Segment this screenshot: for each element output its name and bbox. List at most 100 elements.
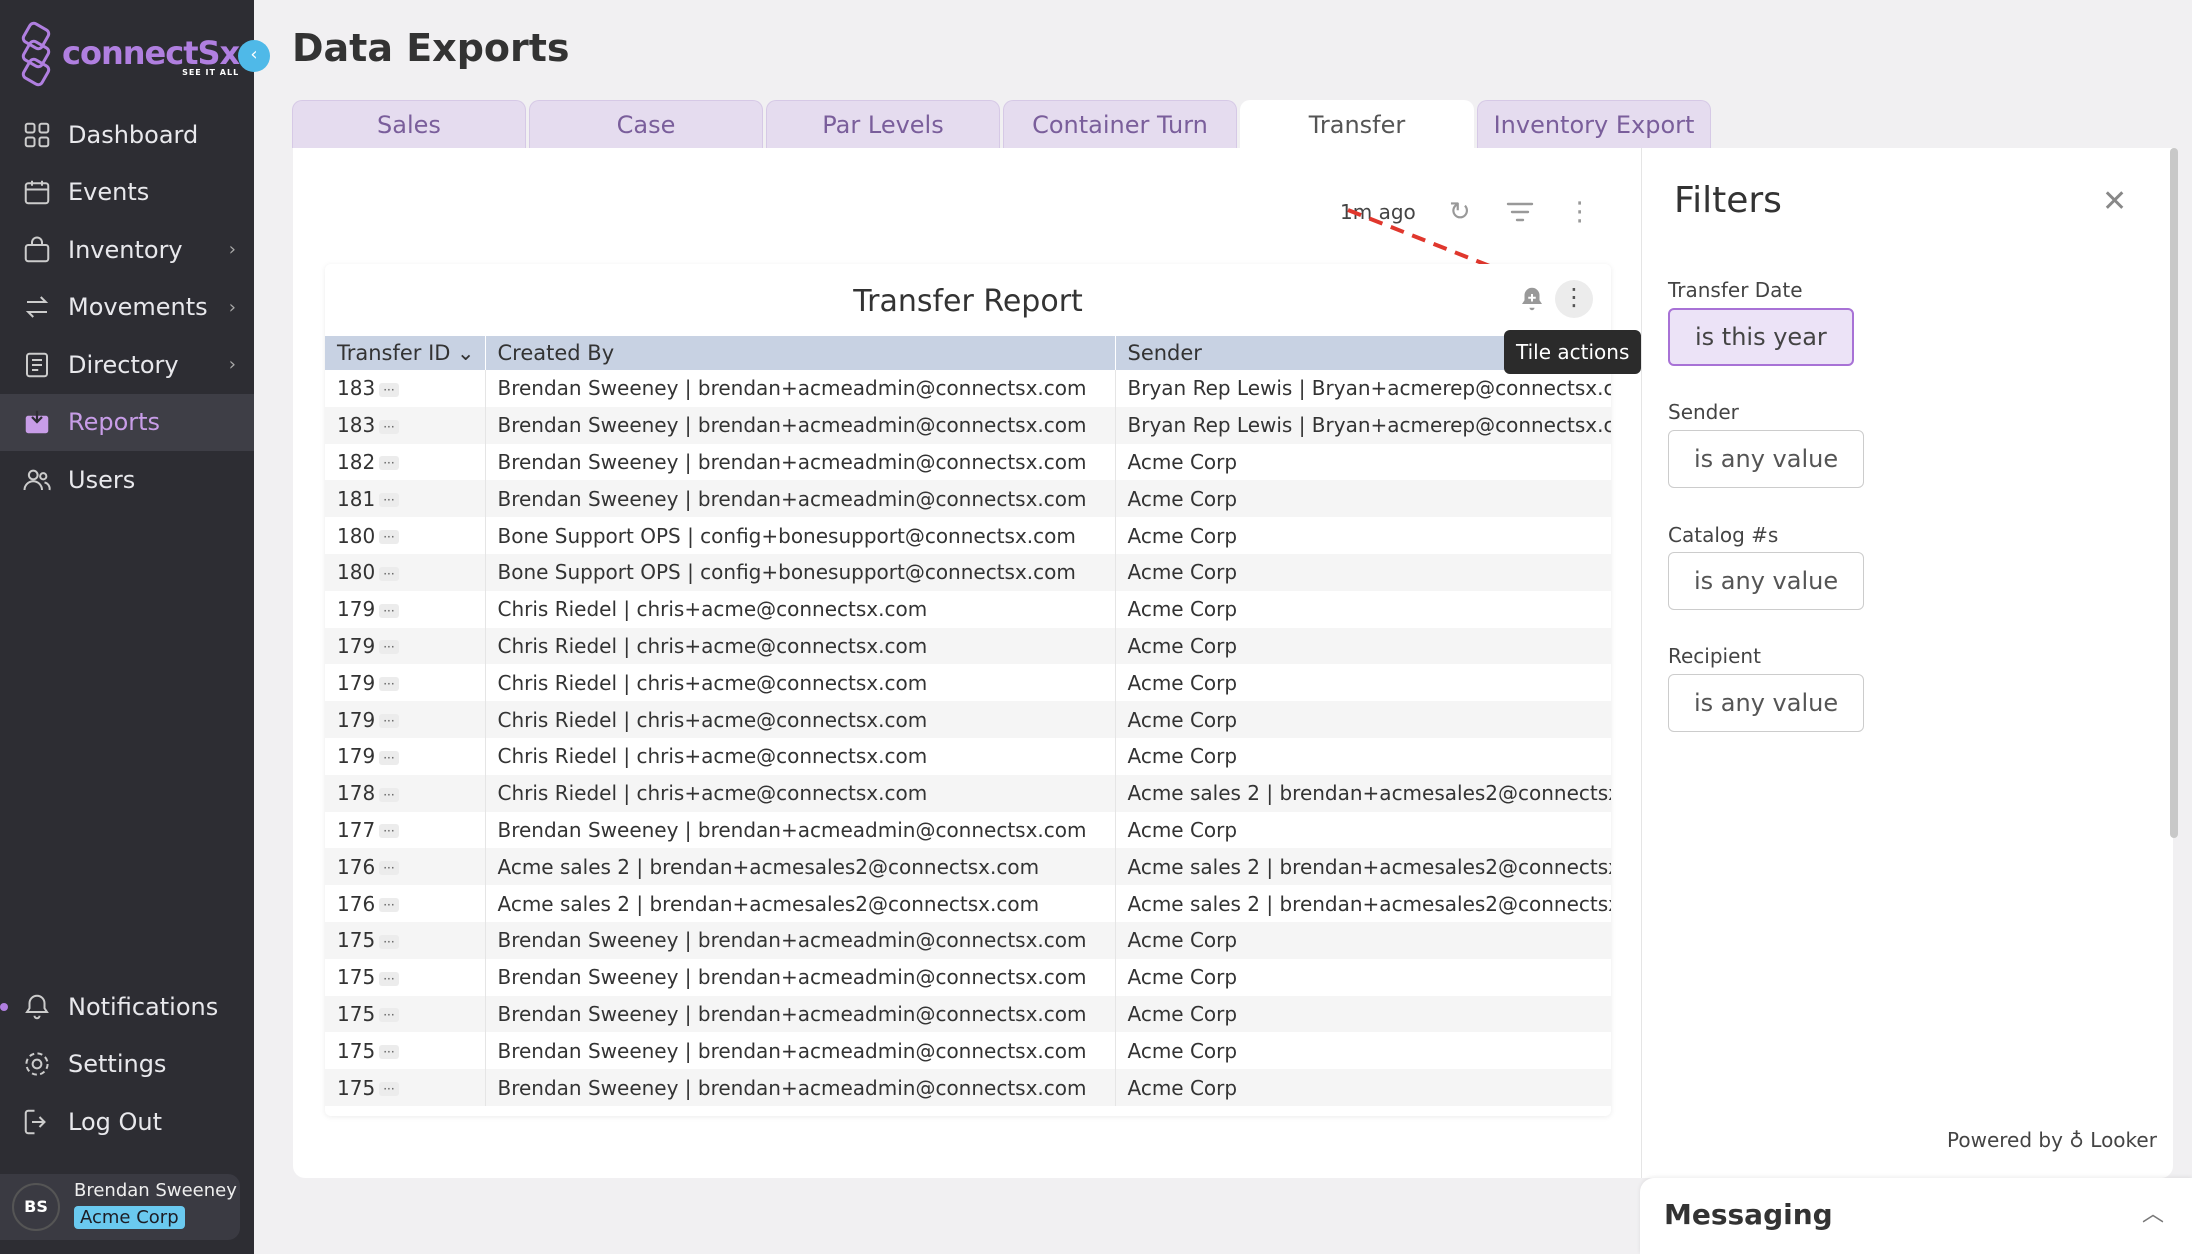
row-menu-icon[interactable]: ··· [379, 677, 399, 692]
table-row[interactable]: 175 ··· Brendan Sweeney | brendan+acmeadmi… [325, 958, 1611, 996]
filter-label-recipient: Recipient [1668, 644, 1761, 668]
cell-created-by: Brendan Sweeney | brendan+acmeadmin@conn… [485, 406, 1116, 444]
tab-sales[interactable]: Sales [292, 100, 526, 148]
filters-title: Filters [1674, 180, 1782, 221]
sidebar-item-movements[interactable]: Movements › [0, 279, 254, 337]
table-row[interactable]: 179 ··· Chris Riedel | chris+acme@connects… [325, 664, 1611, 702]
cell-transfer-id: 176 ··· [325, 848, 486, 886]
tab-inventory-export[interactable]: Inventory Export [1477, 100, 1711, 148]
table-row[interactable]: 176 ··· Acme sales 2 | brendan+acmesales2@… [325, 885, 1611, 922]
table-row[interactable]: 180 ··· Bone Support OPS | config+bonesupp… [325, 553, 1611, 591]
avatar: BS [12, 1183, 60, 1231]
cell-transfer-id: 175 ··· [325, 995, 486, 1033]
row-menu-icon[interactable]: ··· [379, 934, 399, 949]
sidebar-item-inventory[interactable]: Inventory › [0, 221, 254, 279]
sidebar-item-settings[interactable]: Settings [0, 1036, 254, 1094]
cell-transfer-id: 175 ··· [325, 921, 486, 959]
logo[interactable]: connectSx SEE IT ALL [19, 19, 240, 90]
row-menu-icon[interactable]: ··· [379, 1045, 399, 1060]
scrollbar[interactable] [2170, 148, 2178, 838]
messaging-widget[interactable]: Messaging ︿ [1640, 1178, 2192, 1254]
tab-bar: Sales Case Par Levels Container Turn Transfe… [292, 100, 1714, 148]
transfer-report-tile: Transfer Report ⋮ Transfer ID ⌄ Created … [325, 264, 1611, 1116]
table-row[interactable]: 179 ··· Chris Riedel | chris+acme@connects… [325, 701, 1611, 738]
logo-text: connectSx SEE IT ALL [62, 33, 240, 77]
row-menu-icon[interactable]: ··· [379, 566, 399, 581]
table-row[interactable]: 179 ··· Chris Riedel | chris+acme@connects… [325, 737, 1611, 775]
column-header-created-by[interactable]: Created By [485, 336, 1116, 370]
table-row[interactable]: 178 ··· Chris Riedel | chris+acme@connects… [325, 774, 1611, 812]
sidebar-item-log-out[interactable]: Log Out [0, 1093, 254, 1151]
row-menu-icon[interactable]: ··· [379, 493, 399, 508]
sidebar-item-directory[interactable]: Directory › [0, 336, 254, 394]
cell-sender: Acme sales 2 | brendan+acmesales2@connec… [1115, 848, 1611, 886]
cell-created-by: Brendan Sweeney | brendan+acmeadmin@conn… [485, 480, 1116, 518]
table-row[interactable]: 175 ··· Brendan Sweeney | brendan+acmeadmi… [325, 1069, 1611, 1106]
sidebar-item-dashboard[interactable]: Dashboard [0, 106, 254, 164]
table-row[interactable]: 177 ··· Brendan Sweeney | brendan+acmeadmi… [325, 811, 1611, 849]
sidebar-item-users[interactable]: Users [0, 451, 254, 509]
cell-sender: Acme Corp [1115, 480, 1611, 518]
alert-bell-icon[interactable] [1517, 284, 1547, 314]
sidebar-item-notifications[interactable]: Notifications [0, 978, 254, 1036]
sidebar-item-label: Events [68, 178, 150, 207]
table-row[interactable]: 179 ··· Chris Riedel | chris+acme@connects… [325, 627, 1611, 665]
filter-value-sender[interactable]: is any value [1668, 430, 1865, 488]
tab-par-levels[interactable]: Par Levels [766, 100, 1000, 148]
cell-created-by: Bone Support OPS | config+bonesupport@co… [485, 553, 1116, 591]
sidebar-item-events[interactable]: Events [0, 164, 254, 222]
row-menu-icon[interactable]: ··· [379, 640, 399, 655]
sidebar-item-reports[interactable]: Reports [0, 393, 254, 451]
table-row[interactable]: 175 ··· Brendan Sweeney | brendan+acmeadmi… [325, 1032, 1611, 1070]
column-header-transfer-id[interactable]: Transfer ID ⌄ [325, 336, 486, 370]
cell-created-by: Brendan Sweeney | brendan+acmeadmin@conn… [485, 811, 1116, 849]
chevron-up-icon[interactable]: ︿ [2142, 1196, 2164, 1228]
close-icon[interactable]: ✕ [2102, 184, 2127, 219]
collapse-sidebar-button[interactable]: ‹ [238, 40, 270, 72]
chevron-right-icon: › [228, 239, 236, 261]
tab-case[interactable]: Case [529, 100, 763, 148]
row-menu-icon[interactable]: ··· [379, 824, 399, 839]
cell-sender: Acme Corp [1115, 517, 1611, 554]
table-row[interactable]: 175 ··· Brendan Sweeney | brendan+acmeadmi… [325, 921, 1611, 959]
sidebar-item-label: Notifications [68, 992, 219, 1021]
filter-value-transfer-date[interactable]: is this year [1668, 308, 1854, 366]
tile-actions-button[interactable]: ⋮ [1555, 280, 1593, 318]
row-menu-icon[interactable]: ··· [379, 530, 399, 545]
row-menu-icon[interactable]: ··· [379, 419, 399, 434]
tab-transfer[interactable]: Transfer [1240, 100, 1474, 148]
table-row[interactable]: 179 ··· Chris Riedel | chris+acme@connects… [325, 590, 1611, 628]
cell-sender: Acme Corp [1115, 590, 1611, 628]
sidebar-nav: Dashboard Events Inventory › Movements › Direc… [0, 106, 254, 509]
row-menu-icon[interactable]: ··· [379, 603, 399, 618]
table-row[interactable]: 175 ··· Brendan Sweeney | brendan+acmeadmi… [325, 995, 1611, 1033]
row-menu-icon[interactable]: ··· [379, 861, 399, 876]
filter-value-recipient[interactable]: is any value [1668, 674, 1865, 732]
tab-container-turn[interactable]: Container Turn [1003, 100, 1237, 148]
sort-chevron-icon[interactable]: ⌄ [457, 341, 475, 365]
table-row[interactable]: 181 ··· Brendan Sweeney | brendan+acmeadmi… [325, 480, 1611, 518]
row-menu-icon[interactable]: ··· [379, 1082, 399, 1097]
user-profile[interactable]: BS Brendan Sweeney Acme Corp [0, 1174, 240, 1240]
row-menu-icon[interactable]: ··· [379, 898, 399, 913]
more-vert-icon[interactable]: ⋮ [1564, 196, 1596, 228]
cell-sender: Acme Corp [1115, 921, 1611, 959]
filter-value-catalog-s[interactable]: is any value [1668, 552, 1865, 610]
table-row[interactable]: 182 ··· Brendan Sweeney | brendan+acmeadmi… [325, 443, 1611, 481]
table-row[interactable]: 183 ··· Brendan Sweeney | brendan+acmeadmi… [325, 370, 1611, 407]
table-row[interactable]: 176 ··· Acme sales 2 | brendan+acmesales2@… [325, 848, 1611, 886]
gear-icon [22, 1049, 52, 1079]
row-menu-icon[interactable]: ··· [379, 714, 399, 729]
row-menu-icon[interactable]: ··· [379, 787, 399, 802]
cell-transfer-id: 180 ··· [325, 517, 486, 554]
table-row[interactable]: 183 ··· Brendan Sweeney | brendan+acmeadmi… [325, 406, 1611, 444]
cell-sender: Acme Corp [1115, 701, 1611, 738]
row-menu-icon[interactable]: ··· [379, 1008, 399, 1023]
sidebar-item-label: Inventory [68, 235, 183, 264]
row-menu-icon[interactable]: ··· [379, 750, 399, 765]
row-menu-icon[interactable]: ··· [379, 971, 399, 986]
row-menu-icon[interactable]: ··· [379, 382, 399, 397]
table-row[interactable]: 180 ··· Bone Support OPS | config+bonesupp… [325, 517, 1611, 554]
row-menu-icon[interactable]: ··· [379, 456, 399, 471]
cell-sender: Acme Corp [1115, 737, 1611, 775]
